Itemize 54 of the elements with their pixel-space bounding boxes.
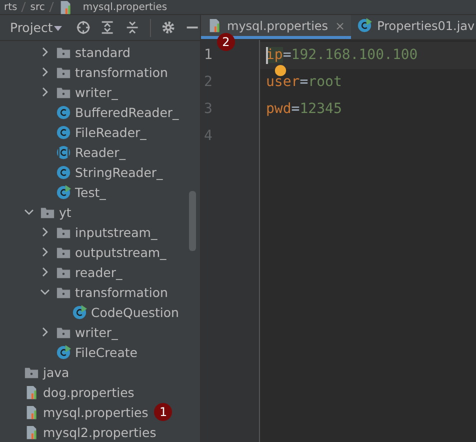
tree-item[interactable]: outputstream_ xyxy=(75,244,166,260)
locate-icon[interactable] xyxy=(76,20,90,35)
equals-sign: = xyxy=(300,74,308,90)
class-icon xyxy=(56,104,71,120)
property-value: root xyxy=(308,74,342,90)
breadcrumb-item[interactable]: mysql.properties xyxy=(82,2,168,12)
tree-item[interactable]: Reader_ xyxy=(75,144,126,160)
properties-file-icon xyxy=(24,424,39,440)
tree-item[interactable]: dog.properties xyxy=(43,384,134,400)
class-icon xyxy=(56,164,71,180)
line-number: 1 xyxy=(204,47,212,63)
breadcrumb-item[interactable]: rts xyxy=(4,2,18,12)
breadcrumb-item[interactable]: src xyxy=(30,2,45,12)
runnable-class-icon xyxy=(357,18,372,33)
properties-file-icon xyxy=(207,18,222,33)
properties-file-icon xyxy=(24,404,39,420)
caret-icon[interactable] xyxy=(54,24,62,32)
tree-item[interactable]: transformation xyxy=(75,64,168,80)
property-value: 192.168.100.100 xyxy=(291,47,418,63)
tree-item[interactable]: FileCreate xyxy=(75,344,138,360)
number-badge: 1 xyxy=(154,403,172,421)
tree-item[interactable]: java xyxy=(43,364,70,380)
expand-all-icon[interactable] xyxy=(100,20,116,35)
scrollbar[interactable] xyxy=(189,191,196,251)
tree-item[interactable]: mysql2.properties xyxy=(43,424,156,440)
class-icon xyxy=(56,124,71,140)
tree-item[interactable]: writer_ xyxy=(75,84,118,100)
runnable-class-icon xyxy=(72,304,87,320)
tree-item[interactable]: writer_ xyxy=(75,324,118,340)
property-value: 12345 xyxy=(300,101,342,117)
tree-item[interactable]: transformation xyxy=(75,284,168,300)
equals-sign: = xyxy=(291,101,300,117)
property-key: user xyxy=(266,74,300,90)
tree-item[interactable]: BufferedReader_ xyxy=(75,104,179,120)
project-view-dropdown[interactable]: Project xyxy=(4,20,66,35)
lightbulb-icon[interactable] xyxy=(274,65,287,78)
tree-item[interactable]: StringReader_ xyxy=(75,164,163,180)
tree-item[interactable]: CodeQuestion xyxy=(91,304,179,320)
tree-item[interactable]: mysql.properties xyxy=(43,404,148,420)
equals-sign: = xyxy=(282,47,292,63)
tree-item[interactable]: Test_ xyxy=(75,184,106,200)
tree-item[interactable]: FileReader_ xyxy=(75,124,146,140)
runnable-class-icon xyxy=(56,184,71,200)
settings-icon[interactable] xyxy=(160,20,176,35)
properties-file-icon xyxy=(24,384,39,400)
property-key: pwd xyxy=(266,101,292,117)
tree-item[interactable]: standard xyxy=(75,44,130,60)
tree-item[interactable]: reader_ xyxy=(75,264,122,280)
runnable-class-icon xyxy=(56,344,71,360)
editor-tab[interactable]: Properties01.jav xyxy=(351,15,476,39)
collapse-all-icon[interactable] xyxy=(125,20,140,35)
abstract-class-icon xyxy=(56,144,71,160)
tree-item[interactable]: yt xyxy=(59,204,72,220)
tree-item[interactable]: inputstream_ xyxy=(75,224,158,240)
